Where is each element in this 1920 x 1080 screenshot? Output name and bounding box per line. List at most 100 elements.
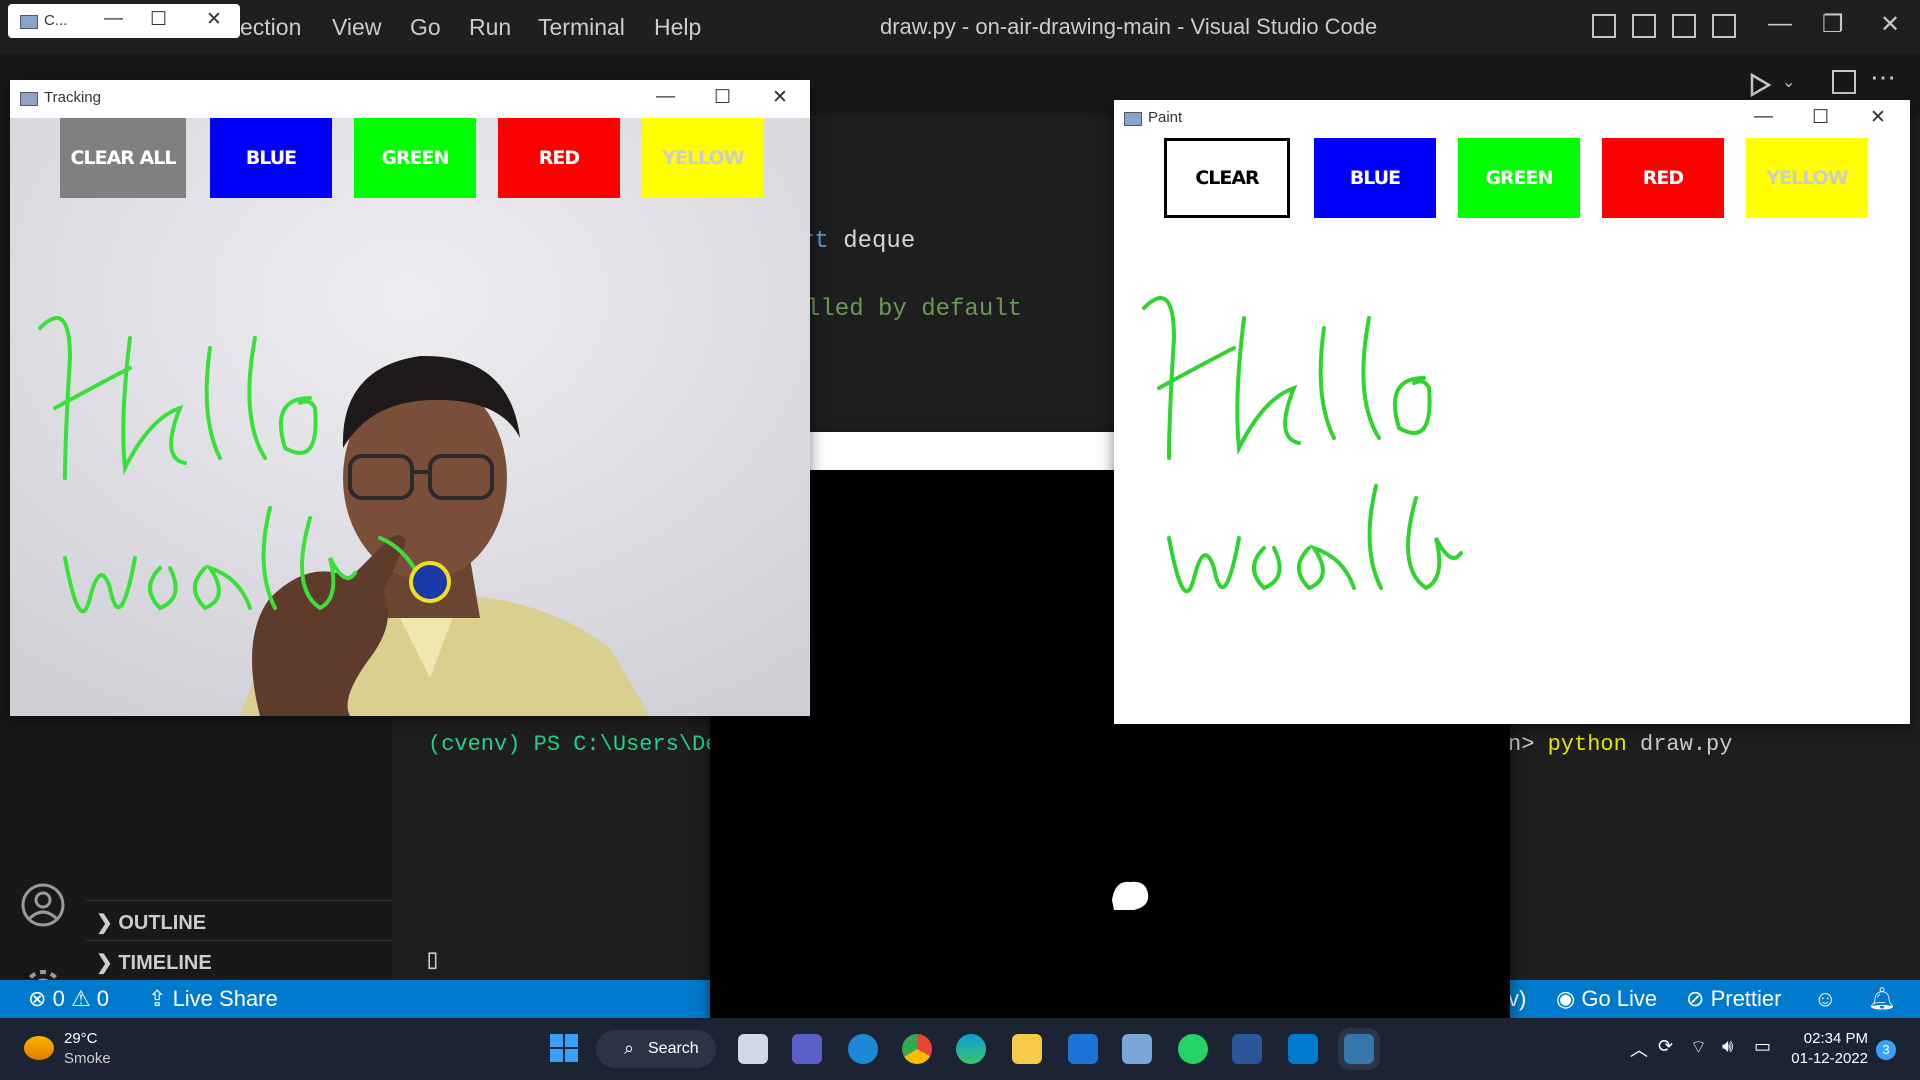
battery-icon[interactable]: ▭ bbox=[1754, 1036, 1771, 1057]
tracking-titlebar: Tracking — ☐ ✕ bbox=[10, 80, 810, 116]
small-window-title: C... bbox=[44, 12, 68, 29]
app-icon bbox=[1124, 112, 1142, 126]
code-line-import: rt deque bbox=[800, 228, 915, 255]
code-text: deque bbox=[828, 228, 916, 255]
close-icon[interactable]: ✕ bbox=[1870, 106, 1886, 129]
window-title: draw.py - on-air-drawing-main - Visual S… bbox=[880, 14, 1378, 39]
weather-desc: Smoke bbox=[64, 1050, 111, 1067]
clock-time[interactable]: 02:34 PM bbox=[1794, 1030, 1868, 1047]
green-button[interactable]: GREEN bbox=[354, 118, 476, 198]
warning-icon: ⚠ bbox=[70, 986, 91, 1011]
live-share-icon: ⇪ bbox=[148, 986, 167, 1011]
live-share-button[interactable]: ⇪ Live Share bbox=[148, 986, 278, 1012]
weather-temp[interactable]: 29°C bbox=[64, 1030, 98, 1047]
terminal-argument: draw.py bbox=[1640, 732, 1733, 757]
whatsapp-icon[interactable] bbox=[1178, 1034, 1208, 1064]
maximize-icon[interactable]: ☐ bbox=[150, 8, 167, 31]
weather-icon bbox=[24, 1036, 54, 1060]
search-label: Search bbox=[648, 1040, 699, 1057]
customize-layout-icon[interactable] bbox=[1712, 14, 1736, 38]
minimize-icon[interactable]: — bbox=[1768, 10, 1792, 38]
clock-date[interactable]: 01-12-2022 bbox=[1790, 1050, 1868, 1067]
feedback-icon[interactable]: ☺ bbox=[1814, 986, 1836, 1012]
minimize-icon[interactable]: — bbox=[656, 86, 675, 108]
close-icon[interactable]: ✕ bbox=[1880, 10, 1900, 39]
go-live-button[interactable]: ◉ Go Live bbox=[1556, 986, 1657, 1012]
code-line-comment: lled by default bbox=[806, 296, 1023, 323]
camera-feed: CLEAR ALL BLUE GREEN RED YELLOW bbox=[10, 118, 810, 716]
vscode-titlebar: ection View Go Run Terminal Help draw.py… bbox=[0, 0, 1920, 54]
restore-icon[interactable]: ❐ bbox=[1822, 10, 1844, 39]
chevron-right-icon: ❯ bbox=[96, 952, 113, 974]
warning-count: 0 bbox=[96, 986, 110, 1011]
chevron-up-icon[interactable]: ︿ bbox=[1630, 1036, 1648, 1062]
error-count: 0 bbox=[52, 986, 65, 1011]
timeline-section[interactable]: ❯ TIMELINE bbox=[96, 950, 212, 975]
menu-run[interactable]: Run bbox=[469, 14, 511, 41]
maximize-icon[interactable]: ☐ bbox=[714, 86, 731, 109]
outline-label: OUTLINE bbox=[118, 912, 207, 934]
menu-view[interactable]: View bbox=[332, 14, 381, 41]
paint-window-title: Paint bbox=[1148, 109, 1183, 126]
terminal-line-right: n> python draw.py bbox=[1508, 732, 1732, 757]
prettier-label: Prettier bbox=[1710, 986, 1782, 1011]
python-env-indicator[interactable]: v) bbox=[1508, 986, 1526, 1012]
blue-button[interactable]: BLUE bbox=[210, 118, 332, 198]
chrome-icon[interactable] bbox=[902, 1034, 932, 1064]
bell-icon[interactable]: 🔔︎ bbox=[1868, 986, 1896, 1012]
python-icon[interactable] bbox=[1338, 1028, 1380, 1070]
outline-section[interactable]: ❯ OUTLINE bbox=[96, 910, 206, 935]
toggle-panel-icon[interactable] bbox=[1632, 14, 1656, 38]
word-icon[interactable] bbox=[1232, 1034, 1262, 1064]
sync-icon[interactable]: ⟳ bbox=[1658, 1036, 1673, 1057]
problems-indicator[interactable]: ⊗ 0 ⚠ 0 bbox=[28, 986, 109, 1012]
menu-go[interactable]: Go bbox=[410, 14, 441, 41]
close-icon[interactable]: ✕ bbox=[206, 8, 222, 31]
more-actions-icon[interactable]: ⋯ bbox=[1870, 62, 1896, 93]
split-editor-icon[interactable] bbox=[1832, 70, 1856, 94]
minimize-icon[interactable]: — bbox=[104, 8, 123, 30]
terminal-prompt-left: (cvenv) PS C:\Users\De bbox=[428, 732, 719, 757]
task-view-icon[interactable] bbox=[738, 1034, 768, 1064]
menu-help[interactable]: Help bbox=[654, 14, 701, 41]
close-icon[interactable]: ✕ bbox=[772, 86, 788, 109]
menu-terminal[interactable]: Terminal bbox=[538, 14, 625, 41]
tracking-window: Tracking — ☐ ✕ CLEAR ALL BLUE GREEN RED … bbox=[10, 80, 810, 716]
teams-icon[interactable] bbox=[792, 1034, 822, 1064]
edge-icon[interactable] bbox=[956, 1034, 986, 1064]
maximize-icon[interactable]: ☐ bbox=[1812, 106, 1829, 129]
broadcast-icon: ◉ bbox=[1556, 986, 1576, 1011]
yellow-button[interactable]: YELLOW bbox=[642, 118, 764, 198]
toggle-sidebar-icon[interactable] bbox=[1592, 14, 1616, 38]
search-box[interactable]: ⌕ Search bbox=[596, 1030, 716, 1068]
mail-icon[interactable] bbox=[1068, 1034, 1098, 1064]
run-icon[interactable] bbox=[1747, 72, 1773, 98]
terminal-cursor[interactable]: ▯ bbox=[424, 942, 441, 977]
vscode-icon[interactable] bbox=[1288, 1034, 1318, 1064]
prettier-button[interactable]: ⊘ Prettier bbox=[1686, 986, 1781, 1012]
accounts-icon[interactable] bbox=[20, 882, 66, 928]
notification-badge[interactable]: 3 bbox=[1876, 1040, 1896, 1060]
file-explorer-icon[interactable] bbox=[1012, 1034, 1042, 1064]
prettier-icon: ⊘ bbox=[1686, 986, 1705, 1011]
live-share-label: Live Share bbox=[172, 986, 278, 1011]
skype-icon[interactable] bbox=[848, 1034, 878, 1064]
toggle-secondary-sidebar-icon[interactable] bbox=[1672, 14, 1696, 38]
start-icon[interactable] bbox=[550, 1034, 578, 1062]
app-icon bbox=[20, 92, 38, 106]
red-button[interactable]: RED bbox=[498, 118, 620, 198]
clear-all-button[interactable]: CLEAR ALL bbox=[60, 118, 186, 198]
paint-canvas: CLEAR BLUE GREEN RED YELLOW bbox=[1114, 138, 1910, 724]
wifi-icon[interactable]: ⌔ bbox=[1690, 1036, 1707, 1059]
tracking-window-title: Tracking bbox=[44, 89, 101, 106]
app-icon[interactable] bbox=[1122, 1034, 1152, 1064]
terminal-command: python bbox=[1547, 732, 1627, 757]
app-icon bbox=[20, 15, 38, 29]
volume-icon[interactable]: 🔊︎ bbox=[1722, 1036, 1733, 1057]
menu-selection[interactable]: ection bbox=[240, 14, 301, 41]
error-icon: ⊗ bbox=[28, 986, 47, 1011]
terminal-prompt-tail: n> bbox=[1508, 732, 1535, 757]
minimize-icon[interactable]: — bbox=[1754, 106, 1773, 128]
paint-window: Paint — ☐ ✕ CLEAR BLUE GREEN RED YELLOW bbox=[1114, 100, 1910, 724]
chevron-down-icon[interactable]: ⌄ bbox=[1782, 72, 1795, 92]
